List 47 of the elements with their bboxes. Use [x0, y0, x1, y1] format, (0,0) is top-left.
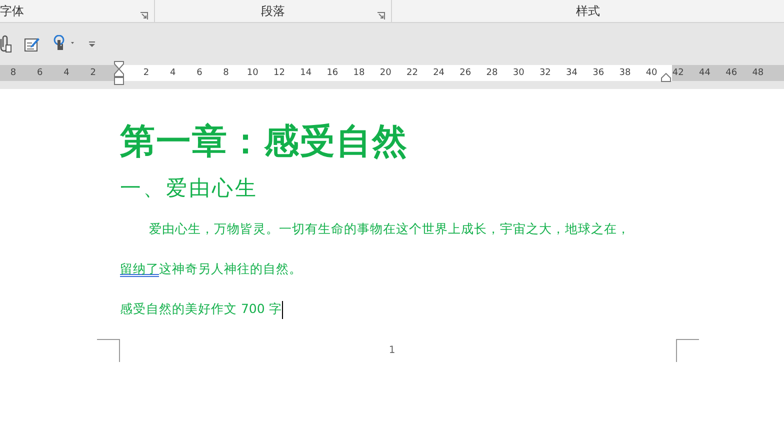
ruler-number: 32	[539, 67, 551, 80]
ruler-number: 20	[380, 67, 392, 80]
paragraph-line: 感受自然的美好作文 700 字	[120, 299, 680, 319]
ruler-number: 12	[274, 67, 285, 80]
ruler-number: 4	[64, 67, 70, 80]
group-label: 字体	[0, 2, 24, 20]
ruler-number: 36	[592, 67, 604, 80]
ruler-number: 16	[326, 67, 338, 80]
margin-corner-mark	[97, 339, 120, 362]
ruler-number: 2	[143, 67, 150, 80]
ruler-number: 26	[460, 67, 472, 80]
edit-document-icon[interactable]	[24, 36, 40, 52]
chapter-heading: 第一章：感受自然	[120, 121, 409, 164]
ruler-number: 38	[619, 67, 631, 80]
ruler-number: 34	[566, 67, 578, 80]
margin-corner-mark	[676, 339, 699, 362]
ruler-number: 40	[646, 67, 658, 80]
ruler-number: 2	[90, 67, 96, 80]
ruler-number: 46	[726, 67, 738, 80]
group-label: 段落	[261, 2, 286, 20]
right-indent-marker-icon[interactable]	[661, 73, 671, 82]
dialog-launcher-icon[interactable]	[140, 12, 148, 20]
ruler-number: 8	[223, 67, 229, 80]
paragraph-line: 留纳了这神奇另人神往的自然。	[120, 260, 303, 278]
ruler-number: 48	[752, 67, 764, 80]
group-label: 样式	[576, 2, 600, 20]
ruler-number: 24	[433, 67, 445, 80]
ruler-number: 14	[300, 67, 312, 80]
ruler-number: 30	[512, 67, 524, 80]
ruler-number: 6	[37, 67, 43, 80]
customize-caret-icon[interactable]	[88, 40, 96, 48]
ruler-number: 4	[170, 67, 176, 80]
ruler-number: 22	[406, 67, 418, 80]
ruler-number: 42	[672, 67, 684, 80]
section-heading: 一、爱由心生	[120, 175, 259, 202]
paragraph-line: 爱由心生，万物皆灵。一切有生命的事物在这个世界上成长，宇宙之大，地球之在，	[148, 220, 631, 238]
page-number: 1	[388, 345, 396, 358]
ruler-number: 6	[196, 67, 202, 80]
dialog-launcher-icon[interactable]	[377, 12, 386, 20]
ruler-number: 8	[10, 67, 16, 80]
ruler-number: 28	[486, 67, 498, 80]
indent-marker-icon[interactable]	[114, 61, 124, 86]
touch-hand-icon[interactable]	[52, 34, 76, 52]
ruler-number: 44	[699, 67, 710, 80]
attachment-icon[interactable]	[0, 34, 12, 52]
ruler-number: 10	[246, 67, 258, 80]
ruler-number: 18	[353, 67, 365, 80]
